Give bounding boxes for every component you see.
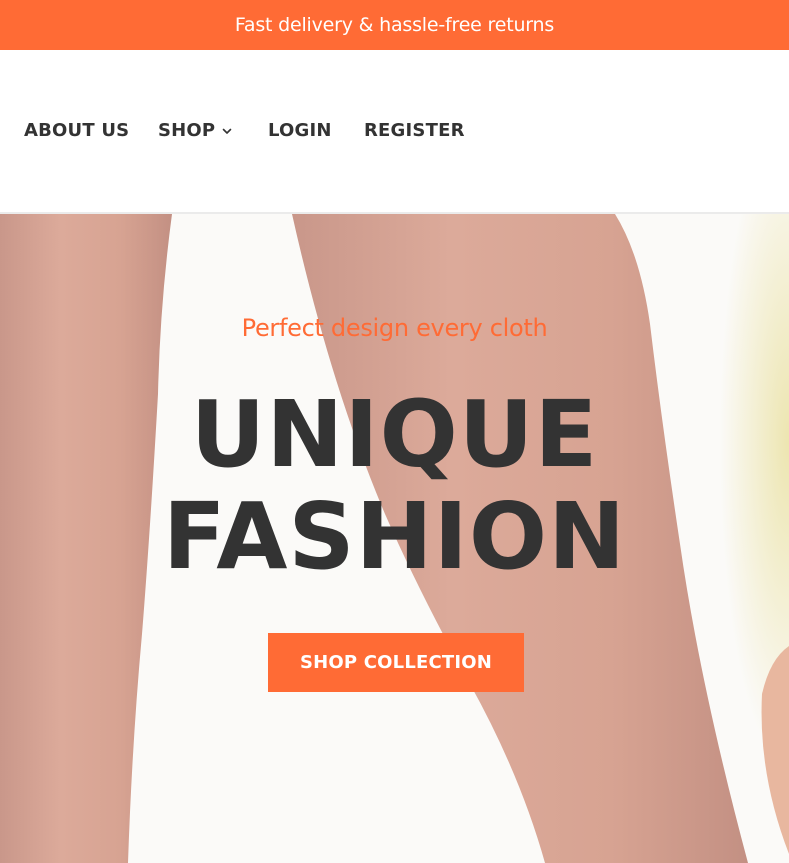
nav-item-login[interactable]: LOGIN [268,120,332,141]
hero-headline-line-1: UNIQUE [190,381,599,488]
nav-item-register[interactable]: REGISTER [364,120,465,141]
nav-item-about-us[interactable]: ABOUT US [24,120,129,141]
nav-item-label: REGISTER [364,120,465,141]
nav-item-shop[interactable]: SHOP [158,120,233,141]
announcement-bar: Fast delivery & hassle-free returns [0,0,789,50]
nav-item-label: ABOUT US [24,120,130,141]
nav-item-label: SHOP [158,120,216,141]
announcement-text: Fast delivery & hassle-free returns [234,14,555,36]
hero-banner: Perfect design every cloth UNIQUE FASHIO… [0,214,789,863]
hero-headline: UNIQUE FASHION [0,384,789,588]
chevron-down-icon [223,128,232,134]
hero-headline-line-2: FASHION [162,483,627,590]
shop-collection-button[interactable]: SHOP COLLECTION [268,633,524,692]
nav-item-label: LOGIN [268,120,332,141]
main-navigation: ABOUT US SHOP LOGIN REGISTER [0,50,789,214]
hero-tagline: Perfect design every cloth [241,314,548,342]
